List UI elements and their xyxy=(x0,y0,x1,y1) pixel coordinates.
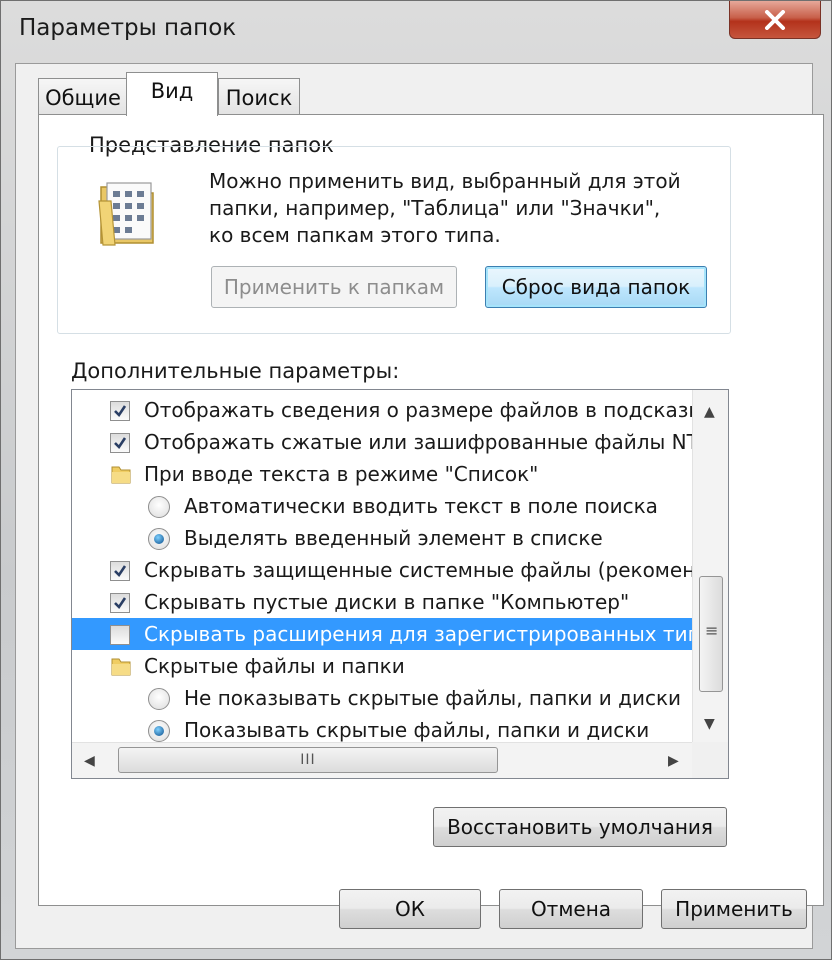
ok-label: ОК xyxy=(395,897,425,921)
radio-dot-icon xyxy=(154,726,164,736)
tree-option[interactable]: Скрывать расширения для зарегистрированн… xyxy=(72,618,692,650)
tree-item-label: Скрытые файлы и папки xyxy=(144,654,405,678)
tree-item-label: Скрывать пустые диски в папке "Компьютер… xyxy=(144,590,630,614)
tree-option[interactable]: Автоматически вводить текст в поле поиск… xyxy=(72,490,692,522)
checkmark-icon xyxy=(114,405,127,418)
tab-general-label: Общие xyxy=(45,85,121,110)
checkbox-checked[interactable] xyxy=(110,401,130,421)
tree-item-label: Автоматически вводить текст в поле поиск… xyxy=(184,494,658,518)
checkmark-icon xyxy=(114,437,127,450)
cancel-button[interactable]: Отмена xyxy=(499,889,643,929)
radio-unselected[interactable] xyxy=(148,496,170,518)
restore-defaults-label: Восстановить умолчания xyxy=(447,815,713,839)
scrollbar-corner xyxy=(692,742,728,778)
reset-folders-button[interactable]: Сброс вида папок xyxy=(485,266,707,308)
window-title: Параметры папок xyxy=(19,15,237,41)
folder-icon xyxy=(111,466,131,484)
checkbox-checked[interactable] xyxy=(110,433,130,453)
vertical-scrollbar[interactable]: ▲ ≡ ▼ xyxy=(692,390,728,742)
radio-unselected[interactable] xyxy=(148,688,170,710)
restore-defaults-button[interactable]: Восстановить умолчания xyxy=(433,807,727,847)
tree-item-label: Скрывать защищенные системные файлы (рек… xyxy=(144,558,692,582)
horizontal-scrollbar[interactable]: ◀ III ▶ xyxy=(72,742,692,778)
tree-item-label: Скрывать расширения для зарегистрированн… xyxy=(144,622,692,646)
checkbox-checked[interactable] xyxy=(110,593,130,613)
apply-to-folders-button[interactable]: Применить к папкам xyxy=(211,266,457,308)
tree-group[interactable]: При вводе текста в режиме "Список" xyxy=(72,458,692,490)
tree-item-label: При вводе текста в режиме "Список" xyxy=(144,462,539,486)
cancel-label: Отмена xyxy=(530,897,612,921)
tree-item-label: Отображать сведения о размере файлов в п… xyxy=(144,398,692,422)
vertical-grip-icon: ≡ xyxy=(705,621,719,640)
tree-item-label: Отображать сжатые или зашифрованные файл… xyxy=(144,430,692,454)
tree-group[interactable]: Скрытые файлы и папки xyxy=(72,650,692,682)
description-line-1: Можно применить вид, выбранный для этой xyxy=(209,169,681,193)
scroll-left-icon[interactable]: ◀ xyxy=(84,753,95,769)
description-line-3: ко всем папкам этого типа. xyxy=(209,223,501,247)
tab-search[interactable]: Поиск xyxy=(218,78,300,116)
advanced-settings-label: Дополнительные параметры: xyxy=(71,359,400,383)
close-icon xyxy=(765,9,785,30)
tab-search-label: Поиск xyxy=(225,85,293,110)
tab-general[interactable]: Общие xyxy=(38,78,128,116)
checkbox-unchecked[interactable] xyxy=(110,625,130,645)
folder-options-window: Параметры папок Общие Вид Поиск Представ… xyxy=(0,0,832,960)
reset-folders-label: Сброс вида папок xyxy=(501,275,691,299)
tree-option[interactable]: Скрывать защищенные системные файлы (рек… xyxy=(72,554,692,586)
horizontal-grip-icon: III xyxy=(300,752,316,768)
tree-item-label: Показывать скрытые файлы, папки и диски xyxy=(184,718,650,742)
tree-option[interactable]: Скрывать пустые диски в папке "Компьютер… xyxy=(72,586,692,618)
tab-view-label: Вид xyxy=(150,78,194,103)
checkbox-checked[interactable] xyxy=(110,561,130,581)
vertical-scroll-thumb[interactable]: ≡ xyxy=(699,576,723,692)
tab-view[interactable]: Вид xyxy=(126,72,218,116)
tree-option[interactable]: Выделять введенный элемент в списке xyxy=(72,522,692,554)
scroll-right-icon[interactable]: ▶ xyxy=(668,753,679,769)
description-line-2: папки, например, "Таблица" или "Значки", xyxy=(209,196,661,220)
scroll-down-icon[interactable]: ▼ xyxy=(704,716,715,732)
scroll-up-icon[interactable]: ▲ xyxy=(704,404,715,420)
title-bar[interactable]: Параметры папок xyxy=(1,1,832,59)
close-button[interactable] xyxy=(729,1,821,39)
tree-option[interactable]: Отображать сведения о размере файлов в п… xyxy=(72,394,692,426)
horizontal-scroll-thumb[interactable]: III xyxy=(118,747,498,773)
apply-label: Применить xyxy=(675,897,793,921)
folder-view-icon xyxy=(98,182,154,246)
ok-button[interactable]: ОК xyxy=(339,889,481,929)
radio-selected[interactable] xyxy=(148,528,170,550)
folder-icon xyxy=(111,658,131,676)
checkmark-icon xyxy=(114,597,127,610)
apply-to-folders-label: Применить к папкам xyxy=(223,275,445,299)
tree-item-label: Не показывать скрытые файлы, папки и дис… xyxy=(184,686,682,710)
apply-button[interactable]: Применить xyxy=(661,889,807,929)
radio-dot-icon xyxy=(154,534,164,544)
tree-item-label: Выделять введенный элемент в списке xyxy=(184,526,603,550)
advanced-settings-list[interactable]: Отображать сведения о размере файлов в п… xyxy=(71,389,729,779)
radio-selected[interactable] xyxy=(148,720,170,742)
checkmark-icon xyxy=(114,565,127,578)
tree-option[interactable]: Отображать сжатые или зашифрованные файл… xyxy=(72,426,692,458)
tree-option[interactable]: Не показывать скрытые файлы, папки и дис… xyxy=(72,682,692,714)
